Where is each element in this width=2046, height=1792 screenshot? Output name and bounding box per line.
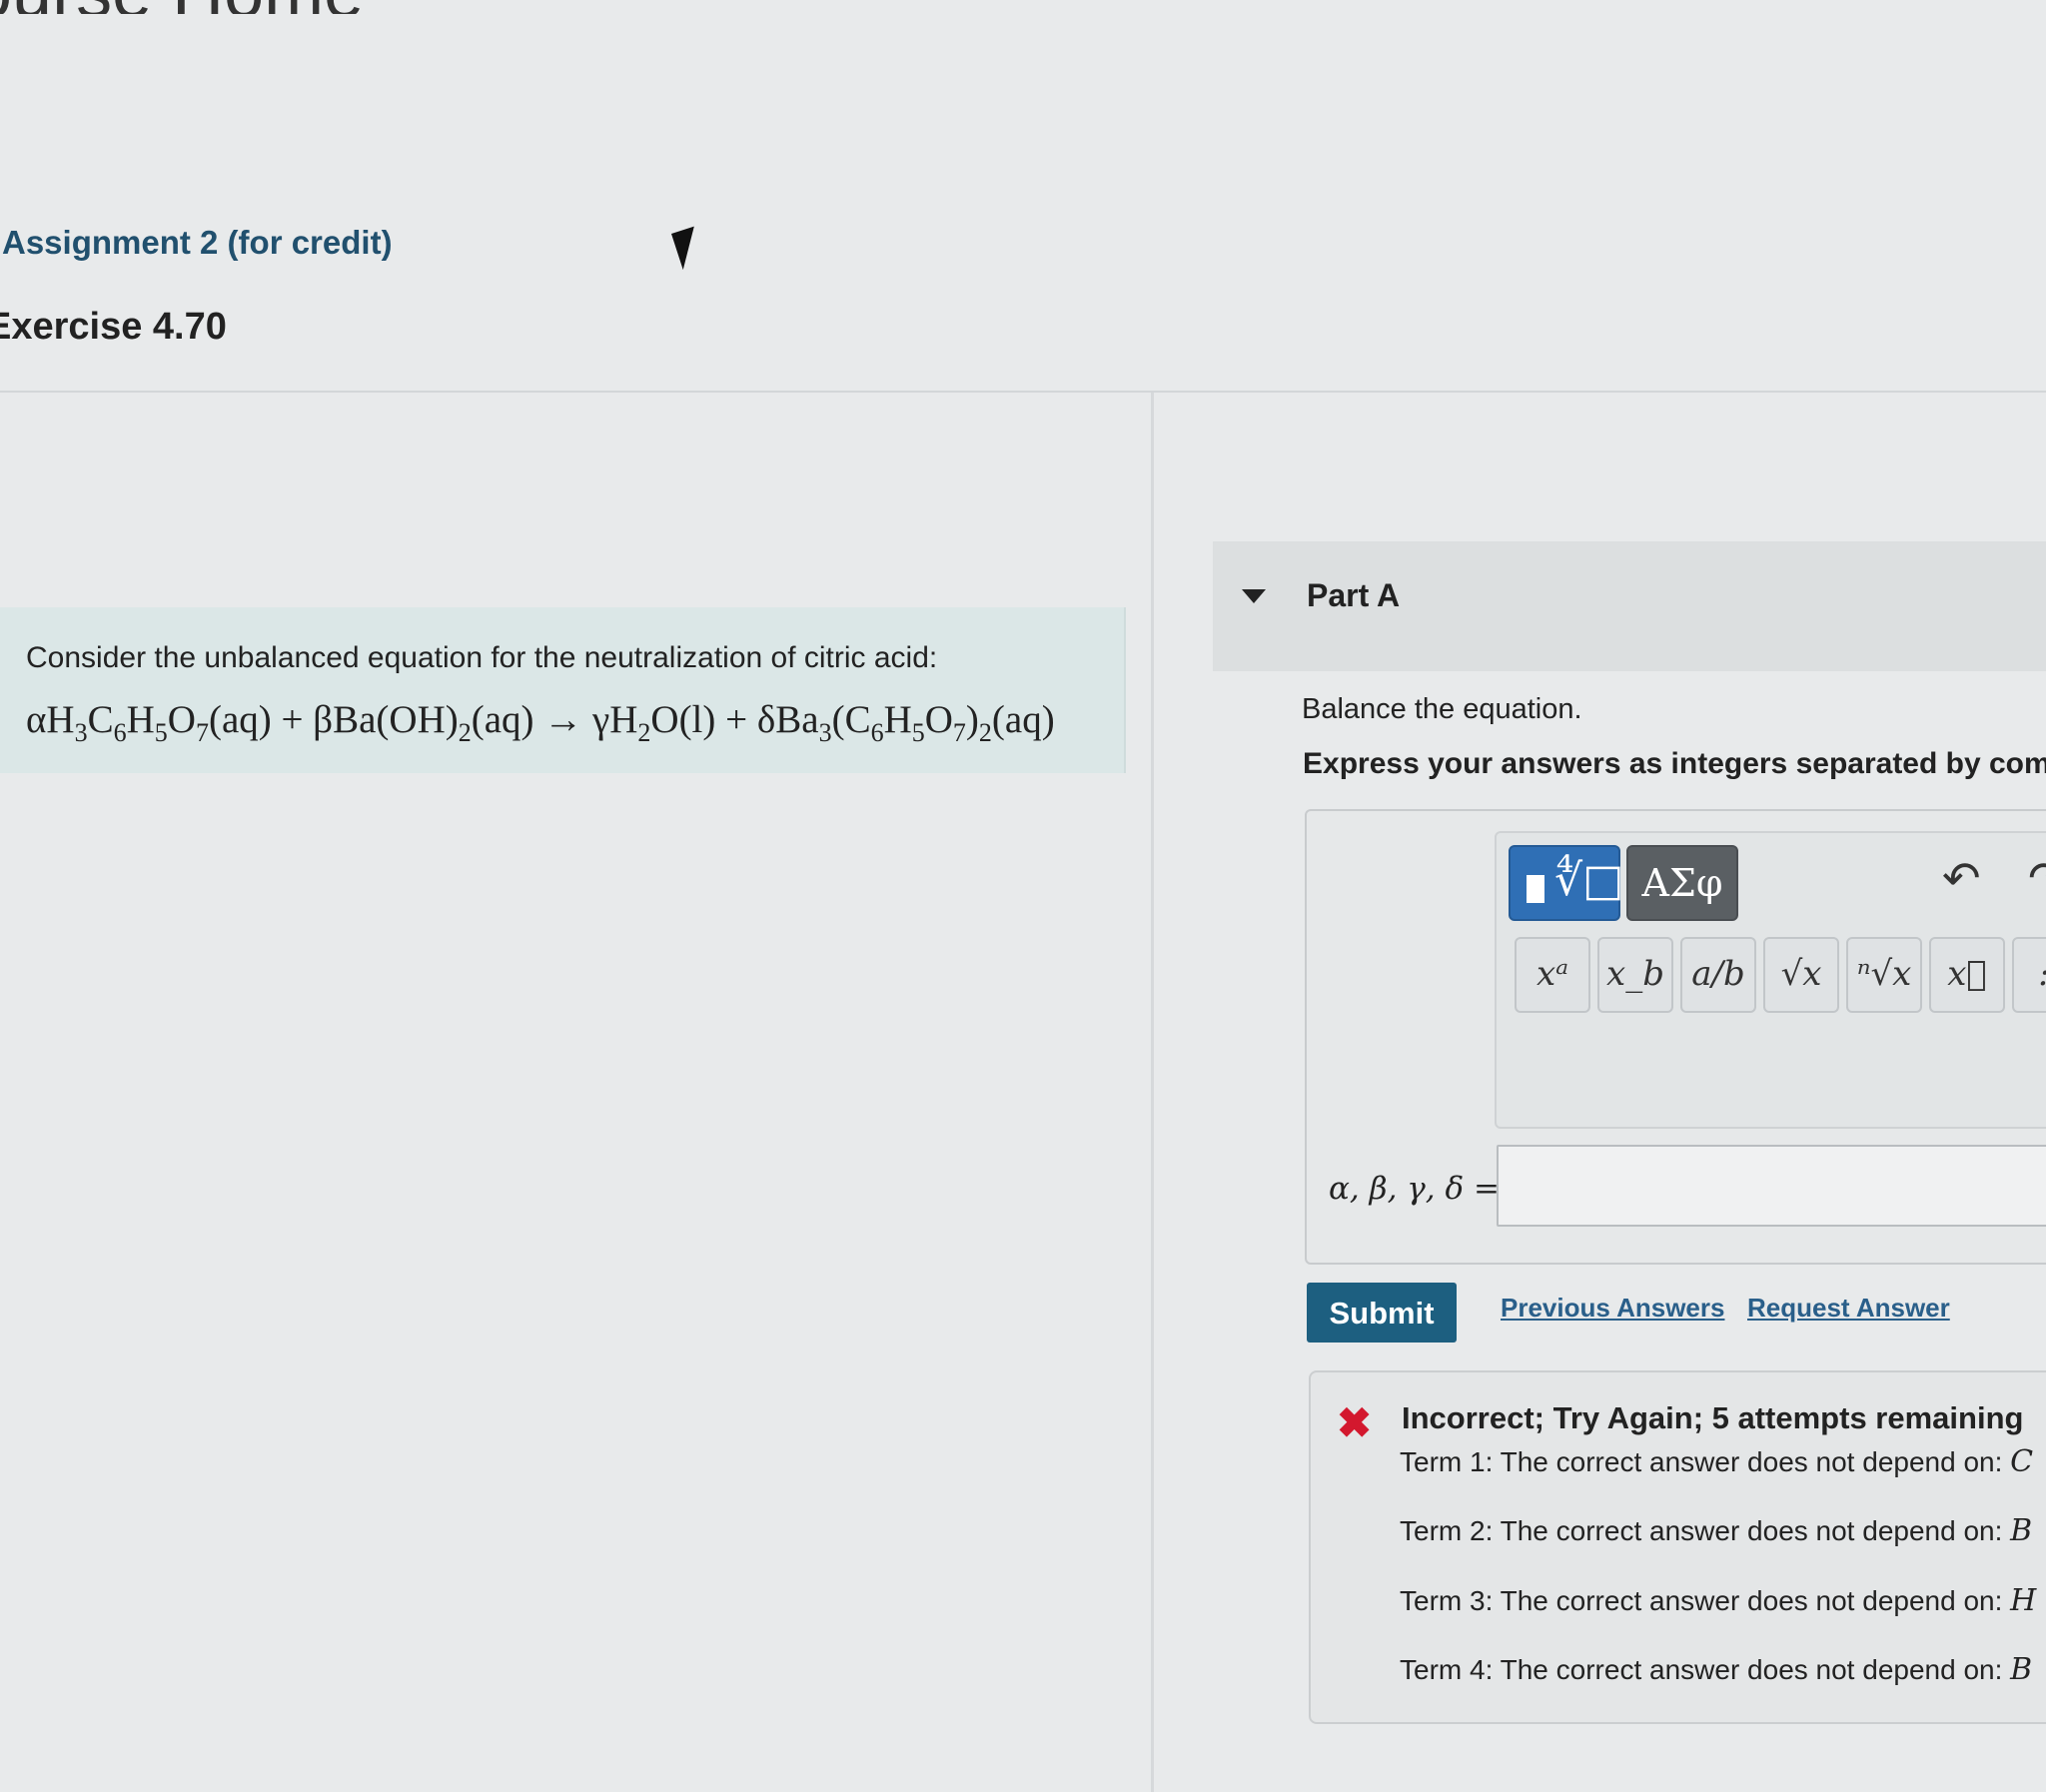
square-root-button[interactable]: √x (1763, 937, 1839, 1013)
instruction-text: Balance the equation. (1302, 693, 1582, 725)
collapse-triangle-icon[interactable] (1242, 589, 1266, 603)
subscript-button[interactable]: x_b (1597, 937, 1673, 1013)
submit-button[interactable]: Submit (1307, 1283, 1457, 1343)
answer-input[interactable] (1497, 1145, 2046, 1227)
greek-symbols-button[interactable]: ΑΣφ (1626, 845, 1738, 921)
mouse-cursor-icon (671, 226, 706, 271)
page-heading: ourse Home (0, 0, 400, 14)
problem-statement-panel (0, 607, 1126, 773)
feedback-term: Term 4: The correct answer does not depe… (1400, 1652, 2033, 1687)
format-hint-text: Express your answers as integers separat… (1303, 747, 2046, 780)
templates-button[interactable]: ∜□ (1509, 845, 1624, 921)
breadcrumb-assignment-link[interactable]: Assignment 2 (for credit) (2, 224, 393, 262)
feedback-term: Term 1: The correct answer does not depe… (1400, 1444, 2034, 1479)
vector-button[interactable]: x⃗ (1929, 937, 2005, 1013)
feedback-term: Term 3: The correct answer does not depe… (1400, 1583, 2037, 1618)
radical-template-icon: ∜□ (1554, 855, 1624, 906)
incorrect-x-icon: ✖ (1337, 1399, 1373, 1446)
undo-icon[interactable]: ↶ (1942, 851, 1981, 905)
redo-icon[interactable]: ↷ (2028, 851, 2046, 905)
page-heading-fragment: ourse Home (0, 0, 400, 14)
chemical-equation: αH3C6H5O7(aq) + βBa(OH)2(aq) → γH2O(l) +… (26, 698, 1055, 747)
fraction-button[interactable]: a/b (1680, 937, 1756, 1013)
previous-answers-link[interactable]: Previous Answers (1501, 1293, 1724, 1324)
nth-root-button[interactable]: ⁿ√x (1846, 937, 1922, 1013)
feedback-status: Incorrect; Try Again; 5 attempts remaini… (1402, 1400, 2024, 1435)
feedback-term: Term 2: The correct answer does not depe… (1400, 1513, 2033, 1548)
part-title: Part A (1307, 577, 1401, 613)
template-block-icon (1527, 875, 1544, 903)
request-answer-link[interactable]: Request Answer (1747, 1293, 1950, 1324)
exercise-title: Exercise 4.70 (0, 306, 227, 348)
column-divider (1151, 393, 1154, 1792)
variables-label: α, β, γ, δ = (1329, 1171, 1500, 1207)
header-divider (0, 391, 2046, 393)
more-button[interactable]: : (2012, 937, 2046, 1013)
superscript-button[interactable]: xᵃ (1515, 937, 1590, 1013)
problem-intro-text: Consider the unbalanced equation for the… (26, 641, 938, 674)
